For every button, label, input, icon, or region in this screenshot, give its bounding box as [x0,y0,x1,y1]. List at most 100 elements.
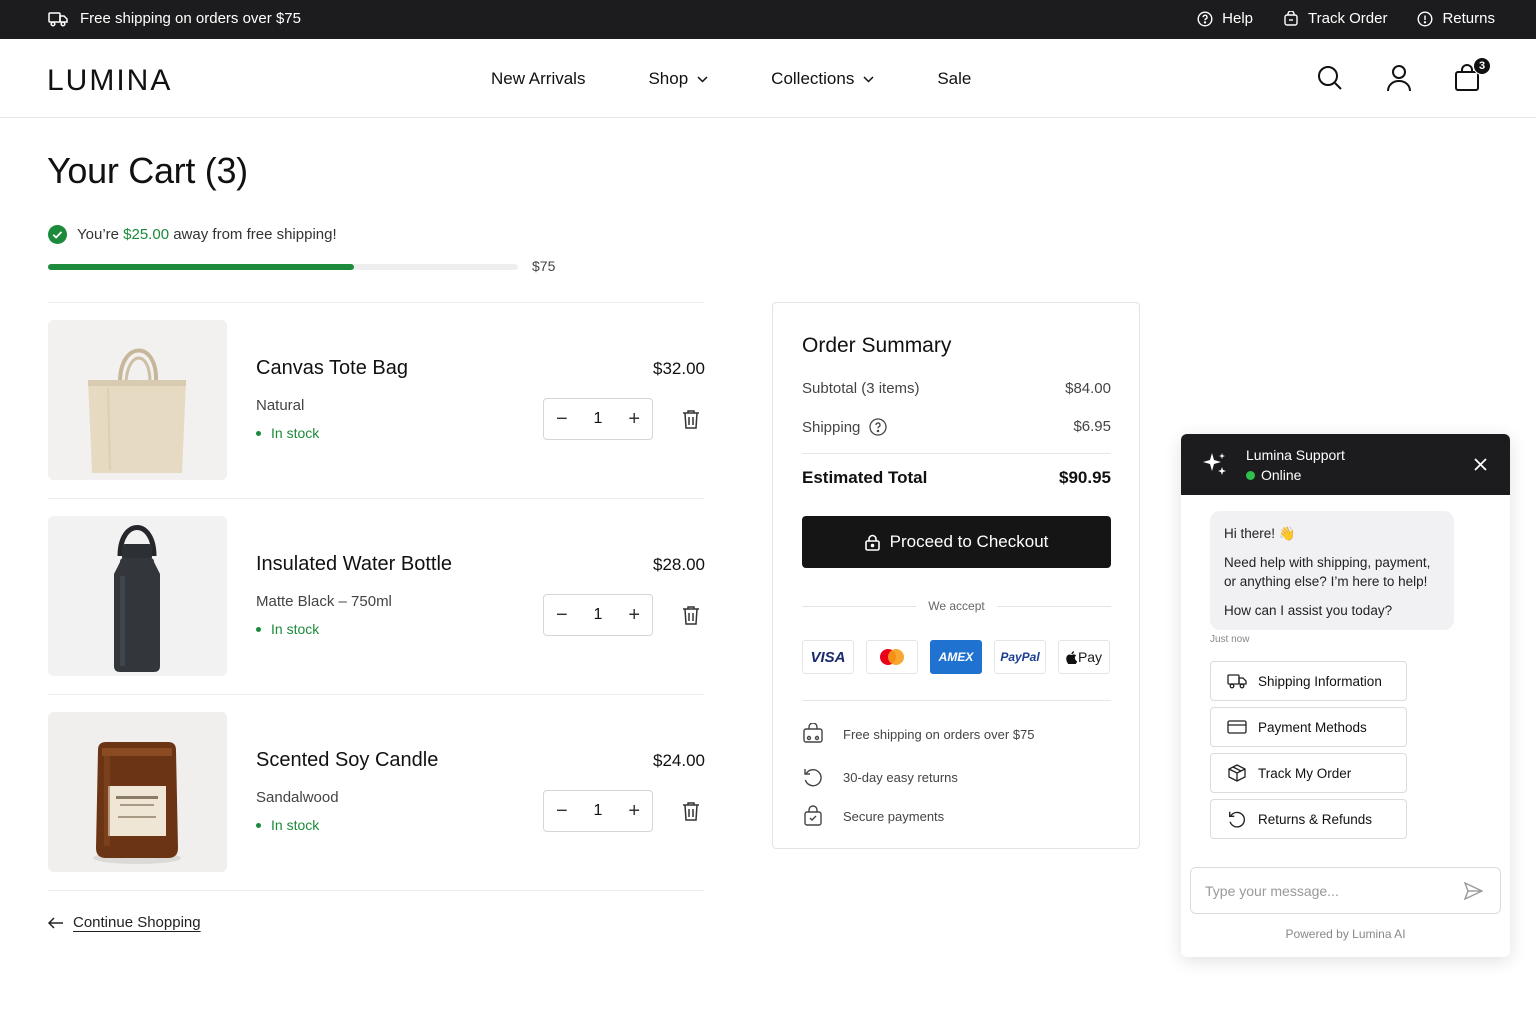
product-image-tote-bag[interactable] [48,320,227,480]
divider [802,605,917,607]
send-icon[interactable] [1464,882,1483,900]
help-link-label: Help [1222,10,1254,27]
returns-link[interactable]: Returns [1417,10,1495,27]
progress-bar-fill [48,264,354,270]
user-icon [1387,65,1411,92]
amex-label: AMEX [938,650,974,664]
announcement-bar: Free shipping on orders over $75 Help Tr… [0,0,1536,39]
stock-status: In stock [256,425,319,441]
continue-shopping-link[interactable]: Continue Shopping [48,914,201,931]
returns-label: Returns [1442,10,1495,27]
decrease-quantity-button[interactable]: − [556,801,568,821]
site-header: LUMINA New Arrivals Shop Collections Sal… [0,39,1536,118]
progress-goal: $75 [532,258,556,274]
chat-status-label: Online [1261,467,1302,483]
chevron-down-icon [863,75,874,83]
nav-shop[interactable]: Shop [648,69,708,89]
shipping-msg-amount: $25.00 [123,226,170,243]
logo[interactable]: LUMINA [47,64,172,98]
refresh-icon [804,769,822,787]
quantity-value[interactable]: 1 [594,607,603,623]
tote-bag-illustration [48,320,227,480]
credit-card-icon [1227,720,1247,734]
search-button[interactable] [1317,64,1343,97]
account-button[interactable] [1386,64,1412,97]
item-price: $32.00 [653,359,705,378]
nav-new-arrivals[interactable]: New Arrivals [491,69,585,89]
increase-quantity-button[interactable]: + [628,605,640,625]
item-name[interactable]: Canvas Tote Bag [256,357,408,380]
item-variant: Natural [256,397,305,414]
quick-reply-track-order[interactable]: Track My Order [1210,753,1407,793]
truck-icon [48,11,68,27]
item-price: $28.00 [653,555,705,574]
help-link[interactable]: Help [1197,10,1253,27]
quick-reply-label: Returns & Refunds [1258,811,1373,827]
shipping-row: Shipping $6.95 [802,418,1111,436]
subtotal-value: $84.00 [1065,380,1111,397]
cube-icon [1228,764,1246,782]
item-name[interactable]: Scented Soy Candle [256,749,438,772]
continue-shopping-label: Continue Shopping [73,914,201,931]
quantity-value[interactable]: 1 [594,411,603,427]
perk-label: Secure payments [843,808,945,824]
page-title: Your Cart (3) [47,150,248,191]
chat-status: Online [1246,467,1301,483]
quick-reply-payment[interactable]: Payment Methods [1210,707,1407,747]
subtotal-row: Subtotal (3 items) $84.00 [802,380,1111,397]
stock-status: In stock [256,621,319,637]
apple-pay-label: Pay [1077,649,1103,665]
perk-returns: 30-day easy returns [802,766,958,788]
support-chat-widget: Lumina Support Online Hi there! 👋 Need h… [1181,434,1510,957]
estimated-total-row: Estimated Total $90.95 [802,468,1111,488]
refresh-icon [1229,811,1245,828]
help-circle-icon[interactable] [869,418,888,436]
item-variant: Sandalwood [256,789,339,806]
shipping-msg-text: You’re $25.00 away from free shipping! [77,226,337,243]
nav-sale[interactable]: Sale [937,69,971,89]
chat-message-input[interactable] [1205,880,1455,902]
apple-pay-icon: Pay [1058,640,1110,674]
quantity-stepper: − 1 + [543,398,653,440]
track-order-link[interactable]: Track Order [1283,10,1387,27]
truck-icon [1227,674,1247,689]
quick-reply-shipping[interactable]: Shipping Information [1210,661,1407,701]
product-image-soy-candle[interactable] [48,712,227,872]
apple-icon [1066,650,1077,664]
divider [802,453,1111,454]
stock-status-label: In stock [271,621,320,637]
check-circle-icon [48,225,67,244]
close-icon[interactable] [1474,458,1487,471]
decrease-quantity-button[interactable]: − [556,409,568,429]
increase-quantity-button[interactable]: + [628,801,640,821]
quantity-value[interactable]: 1 [594,803,603,819]
quick-reply-returns[interactable]: Returns & Refunds [1210,799,1407,839]
perk-secure-payments: Secure payments [802,805,944,827]
remove-item-button[interactable] [682,605,700,630]
we-accept-label: We accept [928,599,985,613]
stock-status-label: In stock [271,817,320,833]
divider [996,605,1112,607]
stock-dot-icon [256,822,261,828]
proceed-to-checkout-button[interactable]: Proceed to Checkout [802,516,1111,568]
cart-items-list: Canvas Tote Bag Natural In stock $32.00 … [48,302,705,891]
remove-item-button[interactable] [682,801,700,826]
shipping-msg-suffix: away from free shipping! [173,226,337,243]
trash-icon [683,606,699,625]
increase-quantity-button[interactable]: + [628,409,640,429]
quick-reply-label: Payment Methods [1258,719,1367,735]
candle-illustration [48,712,227,872]
divider [802,700,1111,701]
order-summary: Order Summary Subtotal (3 items) $84.00 … [772,302,1140,849]
cart-button[interactable]: 3 [1454,57,1491,97]
item-name[interactable]: Insulated Water Bottle [256,553,452,576]
nav-collections[interactable]: Collections [771,69,874,89]
free-shipping-message: You’re $25.00 away from free shipping! [48,225,568,244]
shipping-msg-prefix: You’re [77,226,119,243]
mastercard-icon [866,640,918,674]
quantity-stepper: − 1 + [543,790,653,832]
chat-title: Lumina Support [1246,447,1345,463]
decrease-quantity-button[interactable]: − [556,605,568,625]
remove-item-button[interactable] [682,409,700,434]
product-image-water-bottle[interactable] [48,516,227,676]
